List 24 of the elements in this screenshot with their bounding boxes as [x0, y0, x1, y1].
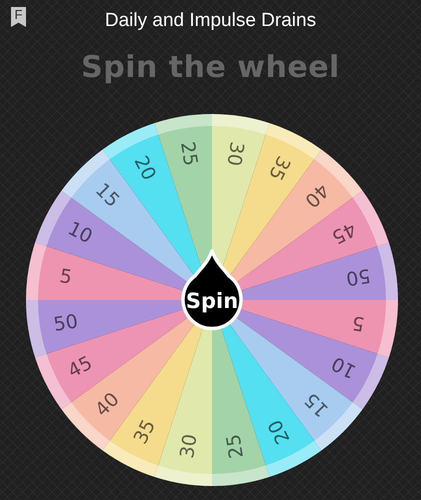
segment-label: 20	[264, 416, 294, 448]
segment-label: 5	[350, 311, 366, 335]
segment-label: 45	[64, 352, 96, 382]
segment-label: 15	[300, 388, 333, 421]
segment-label: 45	[328, 218, 360, 248]
segment-label: 5	[58, 265, 74, 289]
spin-button[interactable]: Spin	[181, 249, 243, 330]
segment-label: 35	[264, 152, 294, 184]
bookmark-badge[interactable]: F	[11, 7, 26, 27]
segment-label: 25	[222, 432, 248, 460]
segment-label: 30	[222, 140, 248, 168]
segment-label: 10	[64, 218, 96, 248]
app-title: Daily and Impulse Drains	[104, 10, 316, 32]
segment-label: 10	[328, 352, 360, 382]
segment-label: 35	[130, 416, 160, 448]
segment-label: 15	[91, 179, 124, 212]
segment-label: 40	[91, 388, 124, 421]
segment-label: 50	[344, 264, 372, 290]
segment-label: 30	[176, 432, 202, 460]
page-heading: Spin the wheel	[81, 50, 340, 84]
segment-label: 20	[130, 152, 160, 184]
segment-label: 40	[300, 179, 333, 212]
segment-label: 25	[176, 140, 202, 168]
segment-label: 50	[52, 310, 80, 336]
